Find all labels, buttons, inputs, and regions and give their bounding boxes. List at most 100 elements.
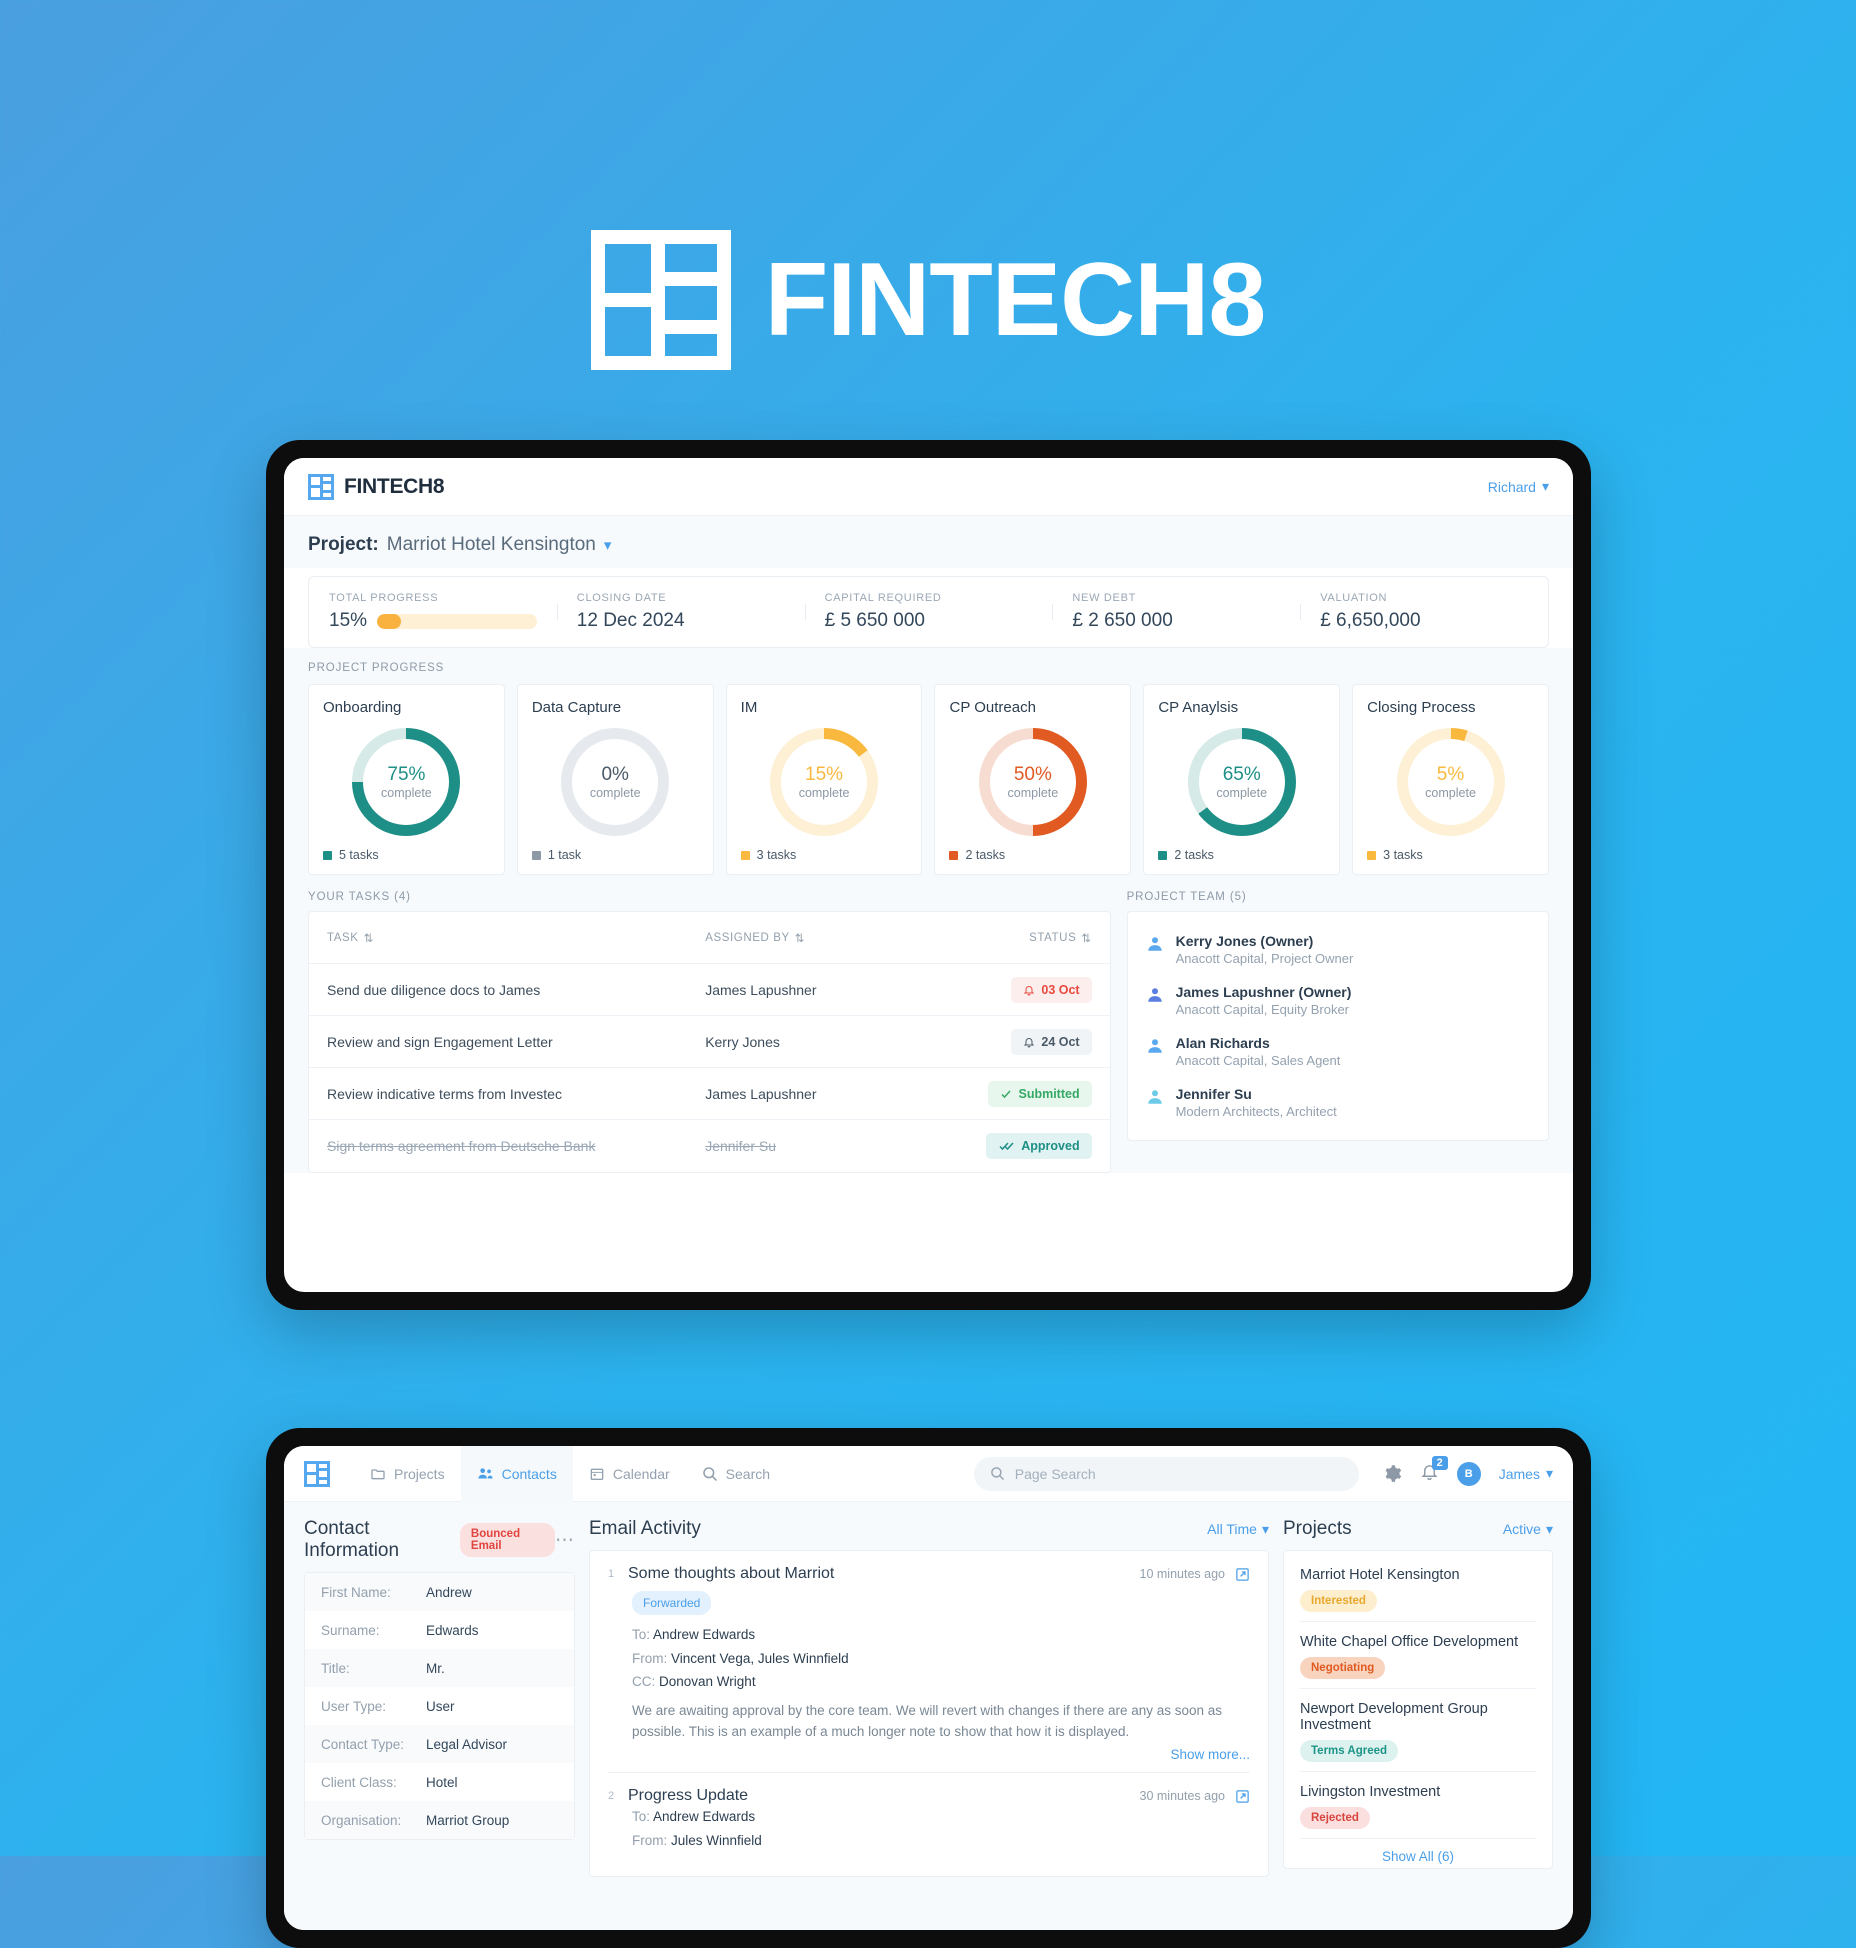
list-item[interactable]: Newport Development Group Investment Term… [1300,1689,1536,1772]
nav-item-calendar[interactable]: Calendar [573,1446,686,1502]
contact-information-panel: Contact Information Bounced Email ⋯ Firs… [284,1502,589,1930]
email-timestamp: 30 minutes ago [1139,1789,1225,1804]
search-icon [990,1467,1004,1481]
email-to-value: Andrew Edwards [653,1627,756,1642]
section-title-your-tasks: YOUR TASKS (4) [308,891,411,903]
status-cell: 24 Oct [927,1028,1092,1055]
nav-item-projects[interactable]: Projects [354,1446,461,1502]
team-member-name: Kerry Jones (Owner) [1175,933,1314,949]
task-count-label: 3 tasks [756,848,797,862]
user-menu-james[interactable]: James ▾ [1499,1465,1553,1482]
task-count-label: 2 tasks [965,848,1006,862]
column-header-status[interactable]: STATUS ⇅ [927,931,1091,945]
team-member-name: James Lapushner (Owner) [1175,984,1352,1000]
chevron-down-icon[interactable]: ▾ [604,536,612,554]
gear-icon[interactable] [1383,1464,1402,1483]
table-row[interactable]: Sign terms agreement from Deutsche Bank J… [309,1120,1110,1172]
fintech8-logo-icon [308,473,334,500]
column-header-label: TASK [327,931,359,944]
status-cell: Submitted [927,1080,1092,1107]
progress-card[interactable]: Onboarding 75% complete 5 tasks [308,684,505,875]
table-row[interactable]: Send due diligence docs to James James La… [309,964,1110,1016]
column-header-task[interactable]: TASK ⇅ [327,931,705,945]
status-badge-label: Approved [1021,1139,1080,1153]
section-title-project-team: PROJECT TEAM (5) [1126,891,1247,903]
progress-card-footer: 3 tasks [740,848,908,862]
open-external-icon[interactable] [1235,1789,1250,1804]
stat-new-debt: NEW DEBT £ 2 650 000 [1052,592,1300,632]
app-brand[interactable]: FINTECH8 [308,473,445,500]
table-row[interactable]: Review and sign Engagement Letter Kerry J… [309,1016,1110,1068]
projects-filter-dropdown[interactable]: Active ▾ [1503,1521,1553,1538]
progress-card[interactable]: Data Capture 0% complete 1 task [516,684,714,875]
contact-info-row: Surname: Edwards [305,1611,574,1649]
column-header-label: ASSIGNED BY [705,931,790,944]
table-row[interactable]: Review indicative terms from Investec Jam… [309,1068,1110,1120]
nav-item-contacts[interactable]: Contacts [460,1446,573,1502]
list-item[interactable]: White Chapel Office Development Negotiati… [1300,1622,1536,1689]
show-more-link[interactable]: Show more... [608,1747,1250,1762]
donut-percent-label: 15% [805,763,844,785]
person-icon [1147,1039,1162,1053]
chevron-down-icon: ▾ [1545,1465,1553,1481]
nav-item-list: Projects Contacts Calendar Search [354,1446,786,1502]
project-team-list: Kerry Jones (Owner) Anacott Capital, Proj… [1126,911,1549,1141]
chevron-down-icon: ▾ [1261,1520,1269,1537]
open-external-icon[interactable] [1235,1567,1250,1582]
notifications-button[interactable]: 2 [1420,1455,1448,1486]
status-cell: 03 Oct [927,976,1092,1003]
progress-card[interactable]: CP Outreach 50% complete 2 tasks [934,684,1132,875]
email-timestamp: 10 minutes ago [1139,1567,1225,1581]
list-item[interactable]: Kerry Jones (Owner) Anacott Capital, Proj… [1146,924,1530,975]
show-all-link[interactable]: Show All (6) [1300,1839,1536,1864]
hero-brand-name: FINTECH8 [764,242,1266,358]
progress-bar [377,613,537,629]
donut-chart: 50% complete [949,722,1116,842]
list-item[interactable]: Livingston Investment Rejected [1300,1772,1536,1839]
status-badge-label: 24 Oct [1041,1034,1080,1049]
status-badge-label: Submitted [1018,1086,1080,1101]
progress-card[interactable]: CP Anaylsis 65% complete 2 tasks [1143,684,1341,875]
email-meta: To: Andrew Edwards From: Jules Winnfield [632,1805,1250,1852]
assigned-by-cell: James Lapushner [705,1085,817,1102]
donut-chart: 65% complete [1158,722,1325,842]
navbar-actions: 2 B James ▾ [1383,1455,1553,1486]
contact-field-label: Contact Type: [321,1736,405,1752]
double-check-icon [999,1142,1014,1151]
column-header-assigned-by[interactable]: ASSIGNED BY ⇅ [705,931,927,945]
progress-card-footer: 2 tasks [949,848,1116,862]
list-item[interactable]: Marriot Hotel Kensington Interested [1300,1555,1536,1622]
email-index: 1 [608,1568,615,1580]
panel-title-email-activity: Email Activity [589,1518,701,1539]
notification-count-badge: 2 [1431,1455,1448,1470]
contact-field-value: Marriot Group [426,1812,510,1828]
list-item[interactable]: Alan Richards Anacott Capital, Sales Agen… [1146,1026,1530,1077]
email-list-item[interactable]: 1 Some thoughts about Marriot 10 minutes a… [608,1565,1250,1772]
email-to-label: To: [632,1627,651,1642]
page-search-input[interactable]: Page Search [973,1456,1359,1491]
avatar[interactable]: B [1456,1461,1481,1486]
progress-card[interactable]: Closing Process 5% complete 3 tasks [1352,684,1549,875]
fintech8-logo-icon[interactable] [304,1460,330,1487]
email-from-label: From: [632,1832,668,1848]
person-icon [1147,988,1162,1002]
list-item[interactable]: James Lapushner (Owner) Anacott Capital, … [1146,975,1530,1026]
project-name: Marriot Hotel Kensington [1300,1567,1460,1583]
nav-item-search[interactable]: Search [686,1446,786,1502]
contact-info-row: Contact Type: Legal Advisor [305,1725,574,1763]
user-menu-richard[interactable]: Richard ▾ [1488,478,1549,495]
contact-info-row: Organisation: Marriot Group [305,1801,574,1839]
email-filter-dropdown[interactable]: All Time ▾ [1207,1521,1269,1538]
contact-field-value: User [426,1698,455,1714]
donut-chart: 75% complete [323,722,490,842]
list-item[interactable]: Jennifer Su Modern Architects, Architect [1146,1077,1530,1128]
progress-card[interactable]: IM 15% complete 3 tasks [725,684,923,875]
stat-capital-required: CAPITAL REQUIRED £ 5 650 000 [804,592,1053,632]
email-list-item[interactable]: 2 Progress Update 30 minutes ago To: Andrew… [608,1772,1250,1862]
status-badge-label: 03 Oct [1041,982,1080,997]
more-options-icon[interactable]: ⋯ [555,1529,575,1552]
chevron-down-icon: ▾ [1545,1520,1553,1537]
dashboard-screen: FINTECH8 Richard ▾ Project: Marriot Hote… [284,458,1573,1292]
donut-sub-label: complete [381,785,432,800]
task-count-label: 2 tasks [1174,848,1214,862]
